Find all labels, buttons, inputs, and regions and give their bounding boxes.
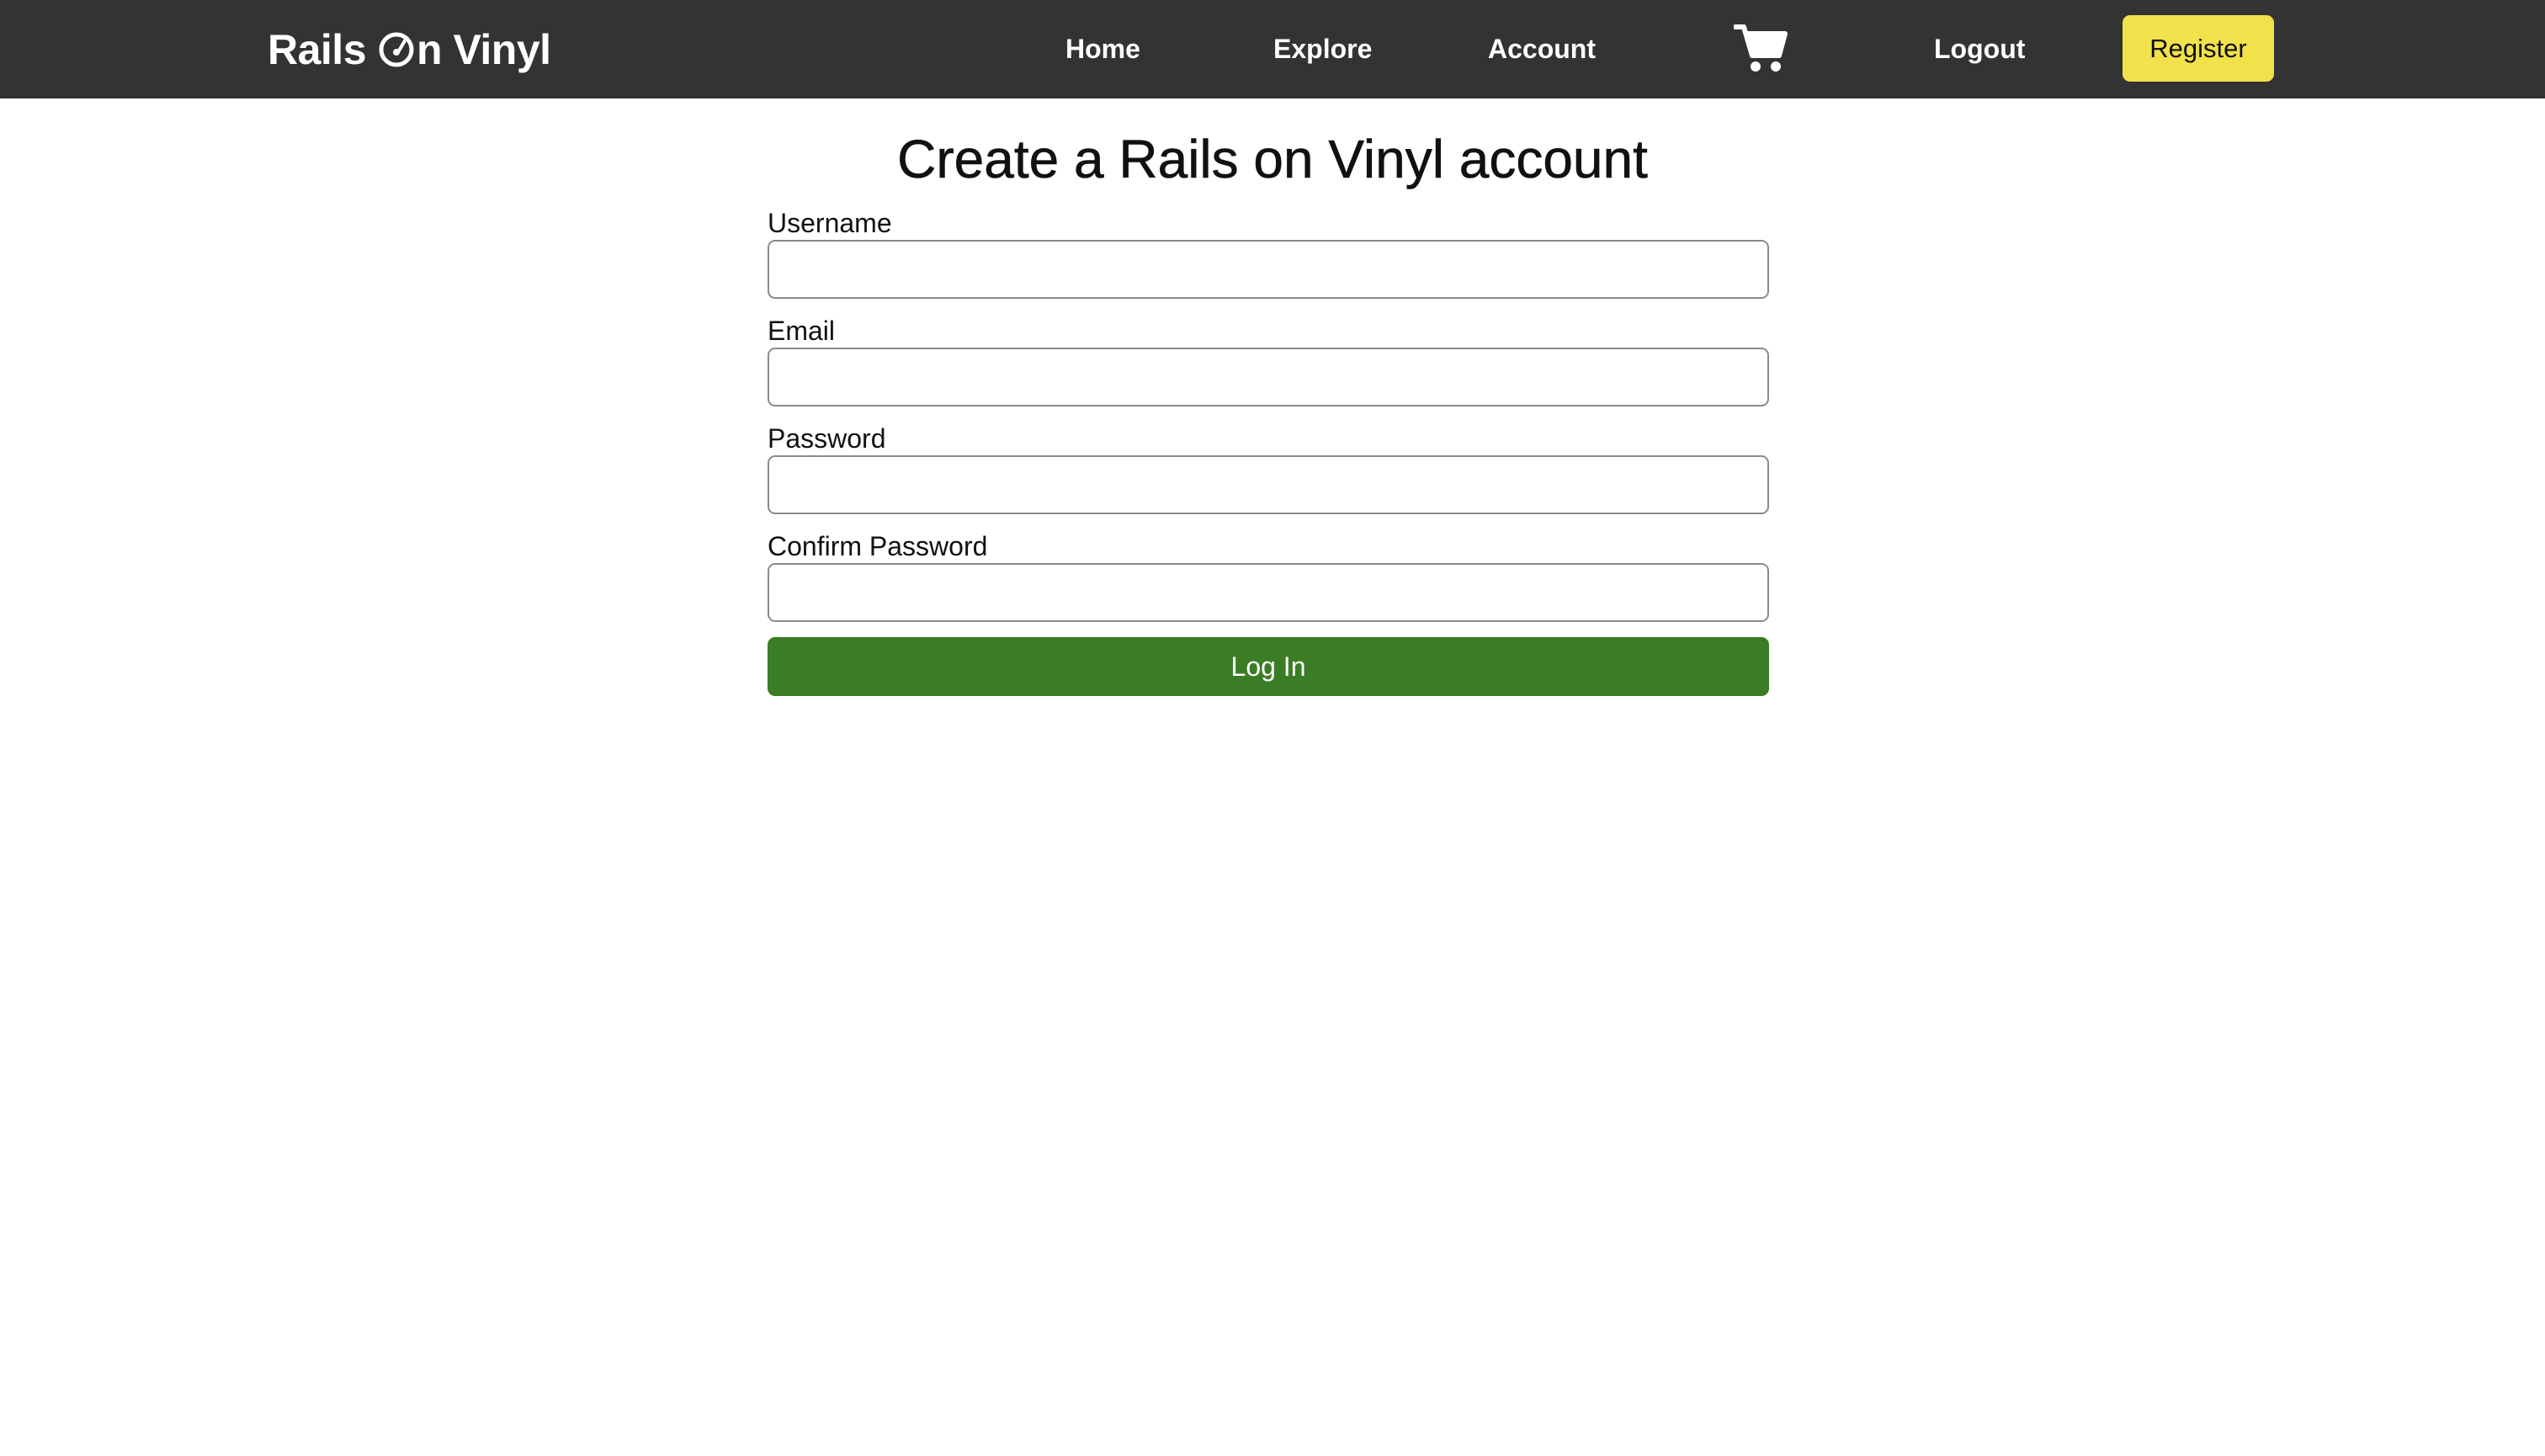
top-navbar: Rails n Vinyl Home Explore Account Logou… (0, 0, 2545, 98)
email-label: Email (768, 316, 836, 346)
password-label: Password (768, 423, 886, 454)
register-button[interactable]: Register (2123, 15, 2274, 82)
brand-suffix: n Vinyl (417, 26, 551, 73)
vinyl-record-icon (378, 31, 415, 68)
registration-form: Username Email Password Confirm Password… (768, 206, 1769, 696)
confirm-password-field[interactable] (768, 563, 1769, 622)
username-label: Username (768, 208, 892, 238)
nav-home-link[interactable]: Home (1065, 25, 1140, 72)
password-field[interactable] (768, 455, 1769, 514)
brand-logo-link[interactable]: Rails n Vinyl (268, 24, 551, 76)
username-field[interactable] (768, 240, 1769, 299)
nav-account-link[interactable]: Account (1488, 25, 1596, 72)
brand-prefix: Rails (268, 26, 367, 73)
page-title: Create a Rails on Vinyl account (897, 129, 1648, 190)
email-field[interactable] (768, 348, 1769, 407)
confirm-password-label: Confirm Password (768, 531, 988, 561)
nav-explore-link[interactable]: Explore (1273, 25, 1372, 72)
shopping-cart-icon[interactable] (1734, 22, 1788, 74)
log-in-button[interactable]: Log In (768, 637, 1769, 696)
nav-logout-link[interactable]: Logout (1934, 25, 2025, 72)
